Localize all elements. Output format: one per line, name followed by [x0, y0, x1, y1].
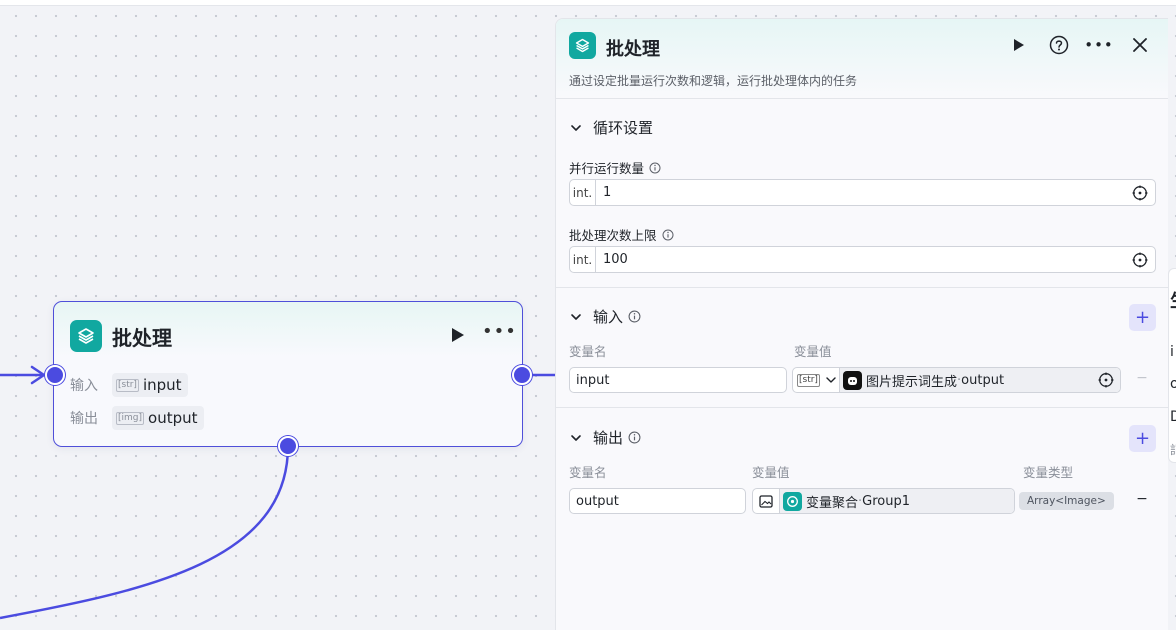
input-ref-var: output: [961, 372, 1005, 388]
edge-loop-body: [0, 445, 290, 620]
limit-label: 批处理次数上限: [569, 225, 674, 244]
play-icon[interactable]: [1007, 33, 1031, 57]
type-select[interactable]: [str]: [793, 368, 840, 392]
output-ref-node: 变量聚合: [806, 495, 859, 511]
input-ref-node: 图片提示词生成: [866, 374, 958, 390]
node-output-chip: [img] output: [112, 406, 204, 430]
node-title: 批处理: [112, 326, 172, 350]
panel-description: 通过设定批量运行次数和逻辑，运行批处理体内的任务: [569, 74, 858, 88]
output-col-value: 变量值: [752, 465, 790, 480]
divider: [556, 407, 1168, 408]
limit-input[interactable]: int. 100: [569, 246, 1156, 273]
node-input-row: 输入 [str] input: [70, 373, 188, 397]
output-section-title: 输出: [593, 429, 624, 447]
output-col-name: 变量名: [569, 465, 607, 480]
limit-type-prefix: int.: [570, 247, 596, 272]
limit-value[interactable]: 100: [603, 252, 1132, 267]
input-value-field[interactable]: [str] 图片提示词生成 · output: [792, 367, 1121, 393]
remove-input-button[interactable]: −: [1134, 370, 1150, 386]
minus-icon: −: [1136, 491, 1148, 507]
input-col-name: 变量名: [569, 344, 607, 359]
chevron-down-icon: [571, 313, 581, 320]
info-icon[interactable]: [628, 431, 641, 444]
output-type-badge: Array<Image>: [1019, 492, 1114, 510]
input-ref-chip: 图片提示词生成 · output: [840, 368, 1120, 392]
hidden-node-edge[interactable]: 生 i o D 記: [1168, 268, 1176, 463]
input-name-field[interactable]: input: [569, 367, 787, 393]
settings-panel: 批处理 ••• 通过设定批量运行次数和逻辑，运行批处理体内的任务 循环设置 并行…: [555, 18, 1168, 630]
divider: [556, 287, 1168, 288]
output-ref-chip: 变量聚合 · Group1: [780, 489, 1014, 513]
input-type-tag: [str]: [797, 373, 820, 387]
batch-node[interactable]: 批处理 ••• 输入 [str] input 输出 [img] output: [53, 301, 523, 447]
input-section-title: 输入: [593, 308, 624, 326]
minus-icon: −: [1136, 370, 1148, 386]
chevron-down-icon: [826, 377, 836, 383]
node-output-handle[interactable]: [512, 365, 532, 385]
target-icon[interactable]: [1098, 372, 1114, 388]
chevron-down-icon: [571, 124, 581, 131]
help-icon[interactable]: [1047, 33, 1071, 57]
output-col-type: 变量类型: [1023, 465, 1074, 480]
aggregate-icon: [783, 491, 802, 511]
node-input-handle[interactable]: [45, 365, 65, 385]
node-output-label: 输出: [70, 411, 98, 427]
parallel-value[interactable]: 1: [603, 185, 1132, 200]
output-ref-var: Group1: [862, 493, 911, 509]
more-icon[interactable]: •••: [482, 323, 516, 346]
target-icon[interactable]: [1132, 185, 1148, 201]
panel-header: 批处理 ••• 通过设定批量运行次数和逻辑，运行批处理体内的任务: [556, 19, 1168, 99]
node-output-value: output: [148, 409, 198, 427]
node-input-value: input: [142, 376, 182, 394]
node-input-chip: [str] input: [112, 373, 188, 397]
output-name-field[interactable]: output: [569, 488, 746, 514]
target-icon[interactable]: [1132, 252, 1148, 268]
node-output-row: 输出 [img] output: [70, 406, 204, 430]
node-input-type: [str]: [116, 378, 139, 392]
hidden-node-char: 記: [1170, 441, 1176, 458]
output-value-field[interactable]: 变量聚合 · Group1: [752, 488, 1015, 514]
chevron-down-icon: [571, 434, 581, 441]
parallel-label-text: 并行运行数量: [569, 161, 645, 176]
output-section-header[interactable]: 输出: [569, 427, 641, 448]
parallel-input[interactable]: int. 1: [569, 179, 1156, 206]
node-input-label: 输入: [70, 378, 98, 394]
info-icon[interactable]: [662, 229, 674, 241]
info-icon[interactable]: [628, 310, 641, 323]
remove-output-button[interactable]: −: [1134, 491, 1150, 507]
parallel-label: 并行运行数量: [569, 158, 661, 177]
hidden-node-char: 生: [1170, 287, 1176, 313]
plus-icon: +: [1134, 307, 1151, 328]
bot-icon: [843, 370, 862, 390]
layers-icon: [569, 32, 596, 59]
close-icon[interactable]: [1128, 33, 1152, 57]
loop-section-header[interactable]: 循环设置: [569, 117, 653, 138]
add-input-button[interactable]: +: [1129, 304, 1156, 331]
layers-icon: [70, 320, 102, 352]
hidden-node-char: D: [1170, 409, 1176, 425]
plus-icon: +: [1134, 428, 1151, 449]
node-output-type: [img]: [116, 411, 145, 425]
panel-title: 批处理: [606, 39, 660, 60]
parallel-type-prefix: int.: [570, 180, 596, 205]
loop-section-title: 循环设置: [593, 119, 654, 137]
add-output-button[interactable]: +: [1129, 425, 1156, 452]
more-icon[interactable]: •••: [1084, 33, 1113, 57]
hidden-node-char: o: [1170, 376, 1176, 392]
hidden-node-char: i: [1170, 344, 1174, 360]
image-icon: [753, 489, 780, 513]
limit-label-text: 批处理次数上限: [569, 228, 657, 243]
play-icon[interactable]: [449, 326, 467, 344]
input-col-value: 变量值: [794, 344, 832, 359]
info-icon[interactable]: [649, 162, 661, 174]
node-body-handle[interactable]: [278, 436, 298, 456]
input-section-header[interactable]: 输入: [569, 306, 641, 327]
